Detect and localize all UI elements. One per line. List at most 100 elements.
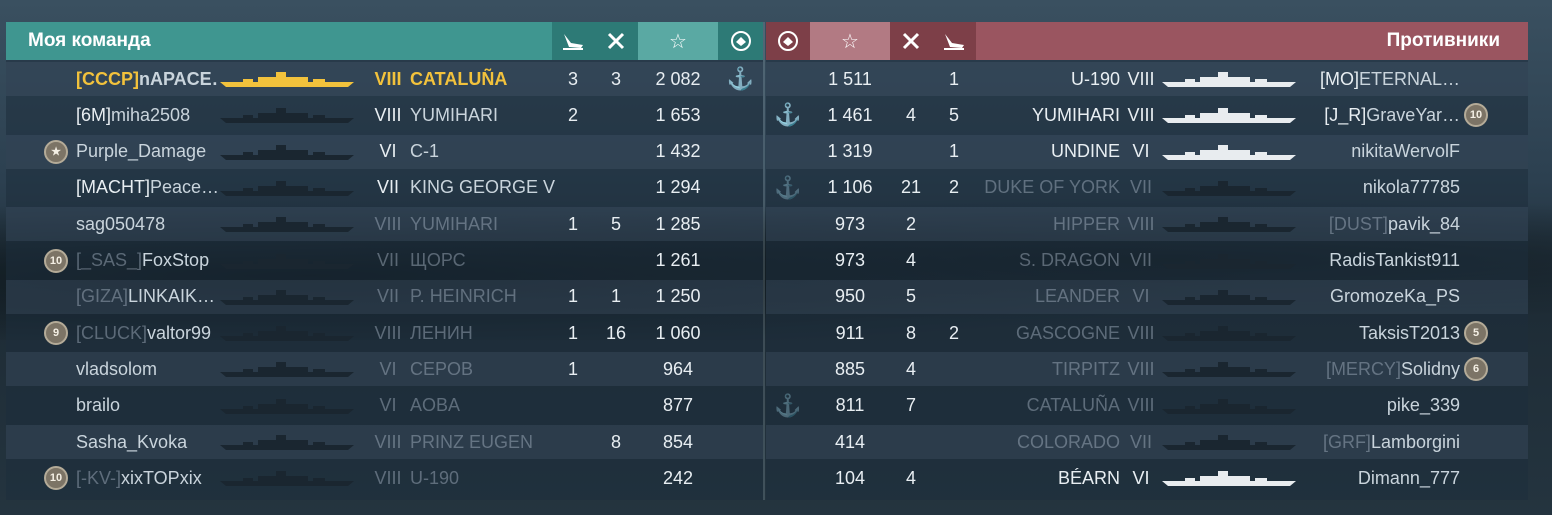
ship-name: P. HEINRICH — [410, 286, 517, 307]
player-name: Dimann_777 — [1357, 467, 1460, 488]
player-name: Lamborgini — [1370, 431, 1460, 452]
player-name-cell[interactable]: TaksisT2013 — [1300, 316, 1460, 350]
ship-silhouette — [1160, 352, 1298, 386]
kills-value: 4 — [905, 358, 916, 379]
table-row[interactable]: ★ Purple_Damage VI C-1 1 432 — [6, 134, 763, 169]
planes-shot-icon[interactable] — [552, 22, 594, 60]
ship-name: HIPPER — [1052, 213, 1120, 234]
player-name-cell[interactable]: [CCCP]nAPACE… — [76, 62, 218, 96]
player-name: valtor99 — [147, 322, 212, 343]
player-name-cell[interactable]: Sasha_Kvoka — [76, 425, 218, 459]
table-row[interactable]: brailo VI AOBA 877 — [6, 389, 763, 423]
table-row[interactable]: vladsolom VI CEPOB 1 964 — [6, 352, 763, 387]
table-row[interactable]: [MACHT] Peace… VII KING GEORGE V 1 294 — [6, 171, 763, 205]
player-name-cell[interactable]: sag050478 — [76, 207, 218, 241]
player-name: miha2508 — [111, 104, 191, 125]
player-name-cell[interactable]: [MACHT] Peace… — [76, 171, 218, 205]
anchor-icon — [718, 280, 763, 314]
table-row[interactable]: [CCCP]nAPACE… VIII CATALUÑA 3 3 2 082 ⚓ — [6, 62, 763, 96]
table-row[interactable]: 973 4 S. DRAGON VII RadisTankist911 — [766, 244, 1528, 278]
ship-silhouette — [218, 352, 356, 386]
player-name-cell[interactable]: nikola77785 — [1300, 171, 1460, 205]
table-row[interactable]: 950 5 LEANDER VI GromozeKa_PS — [766, 279, 1528, 314]
ship-silhouette — [218, 280, 356, 314]
anchor-icon — [766, 280, 810, 314]
table-row[interactable]: Sasha_Kvoka VIII PRINZ EUGEN 8 854 — [6, 425, 763, 459]
table-row[interactable]: 1 319 1 UNDINE VI nikitaWervolF — [766, 134, 1528, 169]
table-row[interactable]: 973 2 HIPPER VIII [DUST] pavik_84 — [766, 207, 1528, 242]
planes-shot-value — [932, 389, 976, 423]
table-row[interactable]: 885 4 TIRPITZ VIII [MERCY] Solidny 6 — [766, 352, 1528, 387]
player-name: nikola77785 — [1362, 177, 1460, 198]
kills-value: 5 — [905, 286, 916, 307]
clan-tag: [DUST] — [1328, 213, 1388, 234]
planes-shot-value: 2 — [948, 322, 959, 343]
player-name-cell[interactable]: pike_339 — [1300, 389, 1460, 423]
player-name-cell[interactable]: [GRF] Lamborgini — [1300, 425, 1460, 459]
player-name-cell[interactable]: [DUST] pavik_84 — [1300, 207, 1460, 241]
player-name-cell[interactable]: Dimann_777 — [1300, 461, 1460, 495]
ship-name: BÉARN — [1057, 467, 1120, 488]
ship-tier: VI — [1132, 467, 1150, 488]
player-name-cell[interactable]: [_SAS_] FoxStop — [76, 244, 218, 278]
table-row[interactable]: 10 [-KV-] xixTOPxix VIII U-190 242 — [6, 461, 763, 495]
table-row[interactable]: 414 COLORADO VII [GRF] Lamborgini — [766, 425, 1528, 459]
enemy-team-title: Противники — [1386, 30, 1500, 51]
player-name: pike_339 — [1386, 395, 1460, 416]
anchor-icon — [718, 352, 763, 386]
table-row[interactable]: sag050478 VIII YUMIHARI 1 5 1 285 — [6, 207, 763, 242]
rank-badge: 10 — [1464, 103, 1488, 128]
table-row[interactable]: ⚓ 811 7 CATALUÑA VIII pike_339 — [766, 389, 1528, 423]
player-name-cell[interactable]: [MERCY] Solidny — [1300, 352, 1460, 386]
table-row[interactable]: 1 511 1 U-190 VIII [MO] ETERNAL… — [766, 62, 1528, 96]
player-name-cell[interactable]: [-KV-] xixTOPxix — [76, 461, 218, 495]
kills-icon[interactable] — [890, 22, 932, 60]
table-row[interactable]: [6M] miha2508 VIII YUMIHARI 2 1 653 — [6, 98, 763, 132]
player-name-cell[interactable]: [MO] ETERNAL… — [1300, 62, 1460, 96]
base-icon[interactable] — [718, 22, 763, 60]
player-name-cell[interactable]: [6M] miha2508 — [76, 98, 218, 132]
ship-tier: VII — [376, 177, 399, 198]
player-name-cell[interactable]: brailo — [76, 389, 218, 423]
table-row[interactable]: 911 8 2 GASCOGNE VIII TaksisT2013 5 — [766, 316, 1528, 350]
star-icon[interactable]: ☆ — [810, 22, 890, 60]
table-row[interactable]: ⚓ 1 461 4 5 YUMIHARI VIII [J_R] GraveYar… 10 — [766, 98, 1528, 132]
table-row[interactable]: 9 [CLUCK] valtor99 VIII ЛЕНИН 1 16 1 060 — [6, 316, 763, 350]
ship-silhouette — [1160, 425, 1298, 459]
planes-shot-value — [552, 244, 594, 278]
rank-badge: 9 — [44, 321, 68, 346]
player-name-cell[interactable]: [GIZA] LINKAIK… — [76, 280, 218, 314]
xp-value: 1 319 — [827, 141, 873, 162]
player-name-cell[interactable]: [J_R] GraveYar… — [1300, 98, 1460, 132]
xp-value: 242 — [662, 467, 694, 488]
anchor-icon: ⚓ — [774, 392, 802, 418]
player-name-cell[interactable]: Purple_Damage — [76, 135, 218, 169]
table-row[interactable]: [GIZA] LINKAIK… VII P. HEINRICH 1 1 1 250 — [6, 279, 763, 314]
base-icon[interactable] — [766, 22, 810, 60]
kills-value: 8 — [905, 322, 916, 343]
table-row[interactable]: 104 4 BÉARN VI Dimann_777 — [766, 461, 1528, 495]
player-name-cell[interactable]: nikitaWervolF — [1300, 135, 1460, 169]
player-name-cell[interactable]: [CLUCK] valtor99 — [76, 316, 218, 350]
planes-shot-icon[interactable] — [932, 22, 976, 60]
ship-name: ЛЕНИН — [410, 322, 473, 343]
planes-shot-value: 1 — [567, 322, 578, 343]
kills-icon[interactable] — [594, 22, 638, 60]
player-name-cell[interactable]: vladsolom — [76, 352, 218, 386]
ship-silhouette — [1160, 62, 1298, 96]
planes-shot-value: 1 — [567, 358, 578, 379]
player-name-cell[interactable]: RadisTankist911 — [1300, 244, 1460, 278]
player-name: RadisTankist911 — [1329, 250, 1460, 270]
xp-value: 2 082 — [655, 68, 701, 89]
ship-name: AOBA — [410, 395, 461, 416]
ship-tier: VII — [1129, 431, 1152, 452]
star-icon[interactable]: ☆ — [638, 22, 718, 60]
ship-tier: VI — [379, 141, 397, 162]
ship-tier: VIII — [1127, 395, 1155, 416]
xp-value: 885 — [834, 358, 866, 379]
ship-silhouette — [218, 171, 356, 205]
ship-name: TIRPITZ — [1052, 358, 1120, 379]
player-name-cell[interactable]: GromozeKa_PS — [1300, 280, 1460, 314]
table-row[interactable]: ⚓ 1 106 21 2 DUKE OF YORK VII nikola77785 — [766, 171, 1528, 205]
table-row[interactable]: 10 [_SAS_] FoxStop VII ЩОРС 1 261 — [6, 244, 763, 278]
